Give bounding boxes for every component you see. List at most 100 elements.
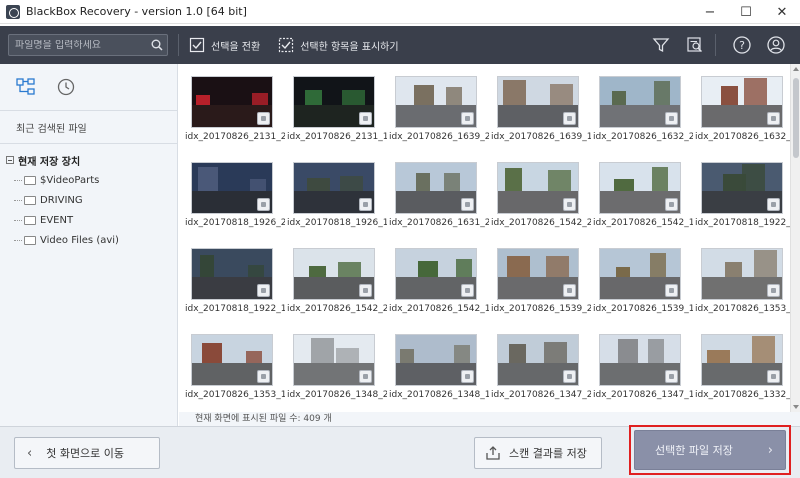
file-tile[interactable]: idx_20170826_1542_1... — [593, 160, 695, 246]
file-count-status: 현재 화면에 표시된 파일 수: 409 개 — [179, 412, 800, 426]
file-name: idx_20170826_2131_1... — [287, 132, 387, 142]
file-select-checkbox[interactable] — [665, 112, 678, 125]
file-select-checkbox[interactable] — [257, 370, 270, 383]
file-tile[interactable]: idx_20170826_1347_1... — [593, 332, 695, 412]
file-tile[interactable]: idx_20170826_1632_2... — [593, 74, 695, 160]
file-tile[interactable]: idx_20170826_1348_2... — [287, 332, 389, 412]
file-tile[interactable]: idx_20170818_1926_2... — [185, 160, 287, 246]
vertical-scrollbar[interactable] — [790, 64, 800, 412]
filter-icon[interactable] — [647, 31, 675, 59]
file-tile[interactable]: idx_20170826_1542_2... — [491, 160, 593, 246]
toolbar-divider — [178, 34, 179, 56]
scroll-thumb[interactable] — [793, 78, 799, 158]
tree-item-event[interactable]: EVENT — [0, 210, 177, 230]
file-tile[interactable]: idx_20170818_1922_2... — [695, 160, 790, 246]
thumbnail-building — [338, 261, 361, 277]
thumbnail-building — [418, 260, 438, 277]
file-tile[interactable]: idx_20170818_1922_1... — [185, 246, 287, 332]
thumbnail-building — [505, 167, 522, 191]
preview-search-icon[interactable] — [681, 31, 709, 59]
search-icon[interactable] — [147, 35, 167, 55]
file-select-checkbox[interactable] — [767, 284, 780, 297]
file-select-checkbox[interactable] — [257, 112, 270, 125]
file-tile[interactable]: idx_20170826_1631_2... — [389, 160, 491, 246]
file-tile[interactable]: idx_20170826_1542_1... — [389, 246, 491, 332]
file-tile[interactable]: idx_20170826_1332_2... — [695, 332, 790, 412]
minimize-button[interactable]: − — [692, 0, 728, 24]
toggle-selection-button[interactable]: 선택을 전환 — [189, 37, 260, 53]
recent-files-item[interactable]: 최근 검색된 파일 — [0, 111, 177, 143]
save-scan-result-label: 스캔 결과를 저장 — [509, 447, 587, 460]
file-select-checkbox[interactable] — [461, 284, 474, 297]
file-tile[interactable]: idx_20170826_1353_2... — [695, 246, 790, 332]
tree-item-video-files[interactable]: Video Files (avi) — [0, 230, 177, 250]
thumbnail-building — [546, 255, 569, 277]
file-tile[interactable]: idx_20170826_1539_2... — [491, 246, 593, 332]
recent-history-icon[interactable] — [52, 73, 80, 101]
search-box — [8, 34, 168, 56]
maximize-button[interactable]: ☐ — [728, 0, 764, 24]
file-select-checkbox[interactable] — [257, 284, 270, 297]
thumbnail-building — [454, 344, 470, 363]
file-tile[interactable]: idx_20170826_1353_1... — [185, 332, 287, 412]
save-selected-files-button[interactable]: 선택한 파일 저장 › — [634, 430, 786, 470]
file-name: idx_20170826_1632_2... — [593, 132, 693, 142]
thumbnail-sky — [294, 335, 374, 363]
tree-item-driving[interactable]: DRIVING — [0, 190, 177, 210]
file-select-checkbox[interactable] — [767, 198, 780, 211]
file-select-checkbox[interactable] — [665, 370, 678, 383]
file-grid-area: idx_20170826_2131_2... idx_20170826_2131_… — [179, 64, 790, 412]
go-to-start-button[interactable]: ‹ 첫 화면으로 이동 — [14, 437, 160, 469]
show-selected-label: 선택한 항목을 표시하기 — [300, 41, 399, 53]
file-tile[interactable]: idx_20170826_2131_2... — [185, 74, 287, 160]
help-icon[interactable]: ? — [728, 31, 756, 59]
show-selected-button[interactable]: 선택한 항목을 표시하기 — [278, 37, 399, 53]
file-select-checkbox[interactable] — [257, 198, 270, 211]
scroll-up-arrow-icon[interactable] — [793, 67, 799, 71]
save-scan-result-button[interactable]: 스캔 결과를 저장 — [474, 437, 602, 469]
file-select-checkbox[interactable] — [767, 370, 780, 383]
file-select-checkbox[interactable] — [461, 198, 474, 211]
file-tile[interactable]: idx_20170826_1348_1... — [389, 332, 491, 412]
sidebar: 최근 검색된 파일 현재 저장 장치 $VideoParts DRIVING E… — [0, 64, 178, 426]
file-select-checkbox[interactable] — [359, 370, 372, 383]
thumbnail-building — [307, 177, 330, 191]
collapse-icon[interactable] — [6, 156, 14, 164]
file-tile[interactable]: idx_20170826_2131_1... — [287, 74, 389, 160]
tree-connector — [14, 179, 22, 181]
file-name: idx_20170826_1347_2... — [491, 390, 591, 400]
file-select-checkbox[interactable] — [665, 284, 678, 297]
save-selected-files-label: 선택한 파일 저장 — [655, 444, 733, 457]
thumbnail-building — [742, 163, 765, 191]
file-select-checkbox[interactable] — [665, 198, 678, 211]
tree-root-current-device[interactable]: 현재 저장 장치 — [0, 150, 177, 170]
file-select-checkbox[interactable] — [563, 112, 576, 125]
file-tile[interactable]: idx_20170826_1542_2... — [287, 246, 389, 332]
file-select-checkbox[interactable] — [461, 370, 474, 383]
file-select-checkbox[interactable] — [359, 198, 372, 211]
file-select-checkbox[interactable] — [359, 112, 372, 125]
thumbnail-building — [744, 77, 767, 105]
file-select-checkbox[interactable] — [563, 370, 576, 383]
file-select-checkbox[interactable] — [767, 112, 780, 125]
file-select-checkbox[interactable] — [359, 284, 372, 297]
chevron-left-icon: ‹ — [27, 445, 33, 461]
file-select-checkbox[interactable] — [461, 112, 474, 125]
folder-icon — [24, 175, 36, 185]
file-tile[interactable]: idx_20170826_1639_2... — [389, 74, 491, 160]
thumbnail-sky — [396, 163, 476, 191]
close-button[interactable]: ✕ — [764, 0, 800, 24]
scroll-down-arrow-icon[interactable] — [793, 405, 799, 409]
file-select-checkbox[interactable] — [563, 198, 576, 211]
user-account-icon[interactable] — [762, 31, 790, 59]
search-input[interactable] — [9, 39, 147, 51]
folder-tree-view-icon[interactable] — [12, 73, 40, 101]
file-select-checkbox[interactable] — [563, 284, 576, 297]
file-tile[interactable]: idx_20170826_1639_1... — [491, 74, 593, 160]
thumbnail-building — [648, 338, 664, 363]
file-tile[interactable]: idx_20170818_1926_1... — [287, 160, 389, 246]
file-tile[interactable]: idx_20170826_1539_1... — [593, 246, 695, 332]
tree-item-videoparts[interactable]: $VideoParts — [0, 170, 177, 190]
file-tile[interactable]: idx_20170826_1632_1... — [695, 74, 790, 160]
file-tile[interactable]: idx_20170826_1347_2... — [491, 332, 593, 412]
